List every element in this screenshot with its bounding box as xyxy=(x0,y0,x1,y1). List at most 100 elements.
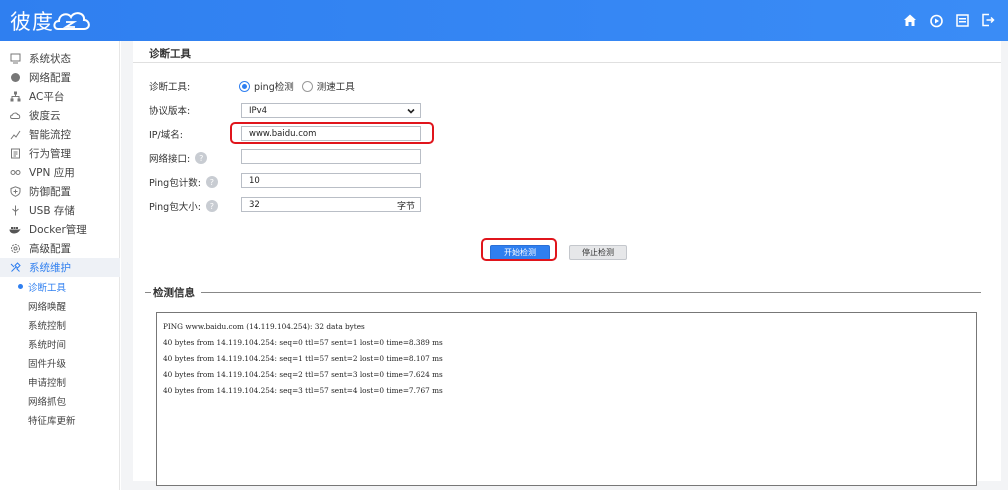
radio-ping[interactable]: ping检测 xyxy=(239,79,294,93)
sidebar-item-docker[interactable]: Docker管理 xyxy=(0,220,120,239)
logo-text: 彼度 xyxy=(10,10,54,34)
shield-icon xyxy=(9,186,21,198)
sidebar-subitem-label: 网络抓包 xyxy=(28,396,67,408)
interface-row: 网络接口: ? xyxy=(149,150,239,166)
sidebar-subitem-firmware[interactable]: 固件升级 xyxy=(0,353,120,372)
sidebar-item-vpn[interactable]: VPN 应用 xyxy=(0,163,120,182)
stop-button[interactable]: 停止检测 xyxy=(569,245,627,260)
help-icon[interactable]: ? xyxy=(205,176,218,188)
sidebar-item-usb[interactable]: USB 存储 xyxy=(0,201,120,220)
interface-label-group: 网络接口: ? xyxy=(149,151,239,165)
result-section-title: 检测信息 xyxy=(153,287,195,299)
home-icon[interactable] xyxy=(902,12,918,28)
host-label: IP/域名: xyxy=(149,130,183,141)
sidebar-item-label: 高级配置 xyxy=(29,243,71,255)
sidebar-subitem-request-control[interactable]: 申请控制 xyxy=(0,372,120,391)
panel-title-bar: 诊断工具 xyxy=(133,41,1001,63)
tool-label: 诊断工具: xyxy=(149,82,191,93)
sidebar-subitem-system-control[interactable]: 系统控制 xyxy=(0,315,120,334)
size-input-value: 32 xyxy=(249,199,260,210)
document-icon xyxy=(9,148,21,160)
cloud-icon xyxy=(9,110,21,122)
top-header: 彼度 xyxy=(0,0,1008,41)
cloud-logo-icon xyxy=(53,12,90,30)
radio-speedtest[interactable]: 测速工具 xyxy=(301,79,355,93)
result-line: 40 bytes from 14.119.104.254: seq=0 ttl=… xyxy=(163,338,443,347)
diagnostics-panel: 诊断工具: ping检测 测速工具 协议版本: IPv4 IP/域名: www.… xyxy=(133,63,1001,486)
count-input[interactable]: 10 xyxy=(241,173,421,188)
count-input-value: 10 xyxy=(249,175,260,186)
count-row: Ping包计数: ? xyxy=(149,174,239,190)
sidebar-item-label: 行为管理 xyxy=(29,148,71,160)
help-icon[interactable]: ? xyxy=(205,200,218,212)
tool-row: 诊断工具: ping检测 测速工具 xyxy=(149,78,355,94)
sidebar-item-label: 防御配置 xyxy=(29,186,71,198)
protocol-row: 协议版本: xyxy=(149,102,239,118)
sidebar-subitem-label: 网络唤醒 xyxy=(28,301,67,313)
sidebar-item-flow-control[interactable]: 智能流控 xyxy=(0,125,120,144)
window-icon[interactable] xyxy=(954,12,970,28)
chart-icon xyxy=(9,129,21,141)
header-icon-group xyxy=(902,12,996,28)
count-label-group: Ping包计数: ? xyxy=(149,175,239,189)
sidebar-item-label: 智能流控 xyxy=(29,129,71,141)
sidebar-subitem-system-time[interactable]: 系统时间 xyxy=(0,334,120,353)
size-label-group: Ping包大小: ? xyxy=(149,199,239,213)
sidebar-item-maintenance[interactable]: 系统维护 xyxy=(0,258,120,277)
sidebar-subitem-label: 固件升级 xyxy=(28,358,67,370)
sidebar-subitem-diagnostics[interactable]: 诊断工具 xyxy=(0,277,120,296)
help-icon[interactable]: ? xyxy=(195,152,208,164)
size-unit: 字节 xyxy=(396,202,415,212)
sidebar-subitem-signature-update[interactable]: 特征库更新 xyxy=(0,410,120,429)
result-line: 40 bytes from 14.119.104.254: seq=3 ttl=… xyxy=(163,386,443,395)
host-highlight-box xyxy=(230,122,434,144)
globe-icon xyxy=(9,72,21,84)
usb-icon xyxy=(9,205,21,217)
count-label: Ping包计数: xyxy=(149,178,201,189)
result-line: PING www.baidu.com (14.119.104.254): 32 … xyxy=(163,322,365,331)
sidebar-item-defense[interactable]: 防御配置 xyxy=(0,182,120,201)
sidebar-item-ac-platform[interactable]: AC平台 xyxy=(0,87,120,106)
protocol-select-value: IPv4 xyxy=(249,105,268,116)
gear-icon xyxy=(9,243,21,255)
result-line: 40 bytes from 14.119.104.254: seq=2 ttl=… xyxy=(163,370,443,379)
sidebar-item-label: 网络配置 xyxy=(29,72,71,84)
host-row: IP/域名: xyxy=(149,126,239,142)
sidebar-subitem-label: 系统时间 xyxy=(28,339,67,351)
radio-speedtest-indicator[interactable] xyxy=(301,80,313,92)
radio-ping-indicator[interactable] xyxy=(239,80,250,92)
sidebar-item-system-status[interactable]: 系统状态 xyxy=(0,49,120,68)
sidebar-item-label: 彼度云 xyxy=(29,110,61,122)
sidebar-item-label: Docker管理 xyxy=(29,224,87,236)
section-divider xyxy=(201,292,981,293)
interface-label: 网络接口: xyxy=(149,154,191,165)
protocol-select[interactable]: IPv4 xyxy=(241,103,421,118)
result-output-box[interactable]: PING www.baidu.com (14.119.104.254): 32 … xyxy=(156,312,977,486)
sidebar-subitem-packet-capture[interactable]: 网络抓包 xyxy=(0,391,120,410)
sidebar-item-label: 系统状态 xyxy=(29,53,71,65)
result-line: 40 bytes from 14.119.104.254: seq=1 ttl=… xyxy=(163,354,443,363)
sidebar-item-label: VPN 应用 xyxy=(29,167,75,179)
size-input[interactable]: 32 字节 xyxy=(241,197,421,212)
sidebar-item-network-config[interactable]: 网络配置 xyxy=(0,68,120,87)
interface-input[interactable] xyxy=(241,149,421,164)
power-icon[interactable] xyxy=(928,12,944,28)
start-highlight-box xyxy=(481,238,557,261)
active-dot xyxy=(18,284,23,289)
sidebar-item-label: 系统维护 xyxy=(29,262,71,274)
logout-icon[interactable] xyxy=(980,12,996,28)
size-label: Ping包大小: xyxy=(149,202,201,213)
sidebar-item-label: AC平台 xyxy=(29,91,65,103)
chevron-down-icon xyxy=(407,108,415,114)
sidebar-subitem-wake-on-lan[interactable]: 网络唤醒 xyxy=(0,296,120,315)
sidebar-item-advanced[interactable]: 高级配置 xyxy=(0,239,120,258)
sidebar-item-cloud[interactable]: 彼度云 xyxy=(0,106,120,125)
size-row: Ping包大小: ? xyxy=(149,198,239,214)
page-title: 诊断工具 xyxy=(149,48,191,60)
sidebar-item-behavior[interactable]: 行为管理 xyxy=(0,144,120,163)
logo: 彼度 xyxy=(10,6,92,36)
sidebar: 系统状态 网络配置 AC平台 彼度云 智能流控 行为管理 VPN 应用 防御配置… xyxy=(0,41,120,490)
network-icon xyxy=(9,91,21,103)
radio-ping-label: ping检测 xyxy=(254,82,294,93)
sidebar-subitem-label: 诊断工具 xyxy=(28,282,67,294)
